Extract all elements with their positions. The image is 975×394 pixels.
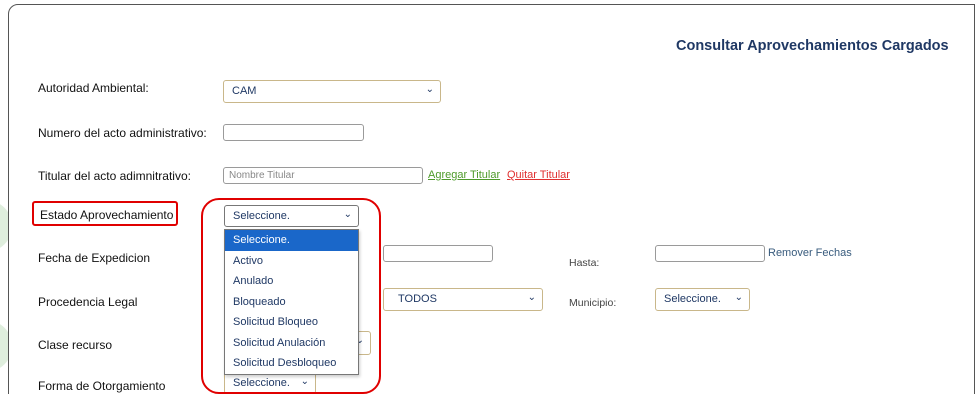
municipio-select[interactable]: Seleccione. ⌄ [655,288,750,311]
autoridad-value: CAM [232,85,257,97]
chevron-down-icon: ⌄ [734,292,743,303]
numero-acto-label: Numero del acto administrativo: [38,126,207,140]
autoridad-select[interactable]: CAM ⌄ [223,80,441,103]
agregar-titular-link[interactable]: Agregar Titular [428,169,500,181]
clase-label: Clase recurso [38,338,113,352]
titular-input[interactable]: Nombre Titular [223,167,423,184]
numero-acto-input[interactable] [223,124,364,141]
forma-label: Forma de Otorgamiento [38,379,166,393]
fecha-label: Fecha de Expedicion [38,251,151,265]
procedencia-select[interactable]: TODOS ⌄ [383,288,543,311]
procedencia-value: TODOS [398,293,437,305]
hasta-label: Hasta: [569,257,600,269]
chevron-down-icon: ⌄ [425,84,434,95]
quitar-titular-link[interactable]: Quitar Titular [507,169,570,181]
procedencia-label: Procedencia Legal [38,295,138,309]
chevron-down-icon: ⌄ [527,292,536,303]
municipio-value: Seleccione. [664,293,721,305]
titular-placeholder: Nombre Titular [229,170,295,181]
form-panel [8,4,975,394]
municipio-label: Municipio: [569,297,617,309]
titular-label: Titular del acto adimnitrativo: [38,169,191,183]
estado-select-highlight [201,198,381,394]
autoridad-label: Autoridad Ambiental: [38,81,149,95]
fecha-hasta-input[interactable] [655,245,765,262]
page-title: Consultar Aprovechamientos Cargados [676,38,949,54]
remover-fechas-link[interactable]: Remover Fechas [768,247,852,259]
estado-label: Estado Aprovechamiento [40,208,174,222]
fecha-desde-input[interactable] [383,245,493,262]
